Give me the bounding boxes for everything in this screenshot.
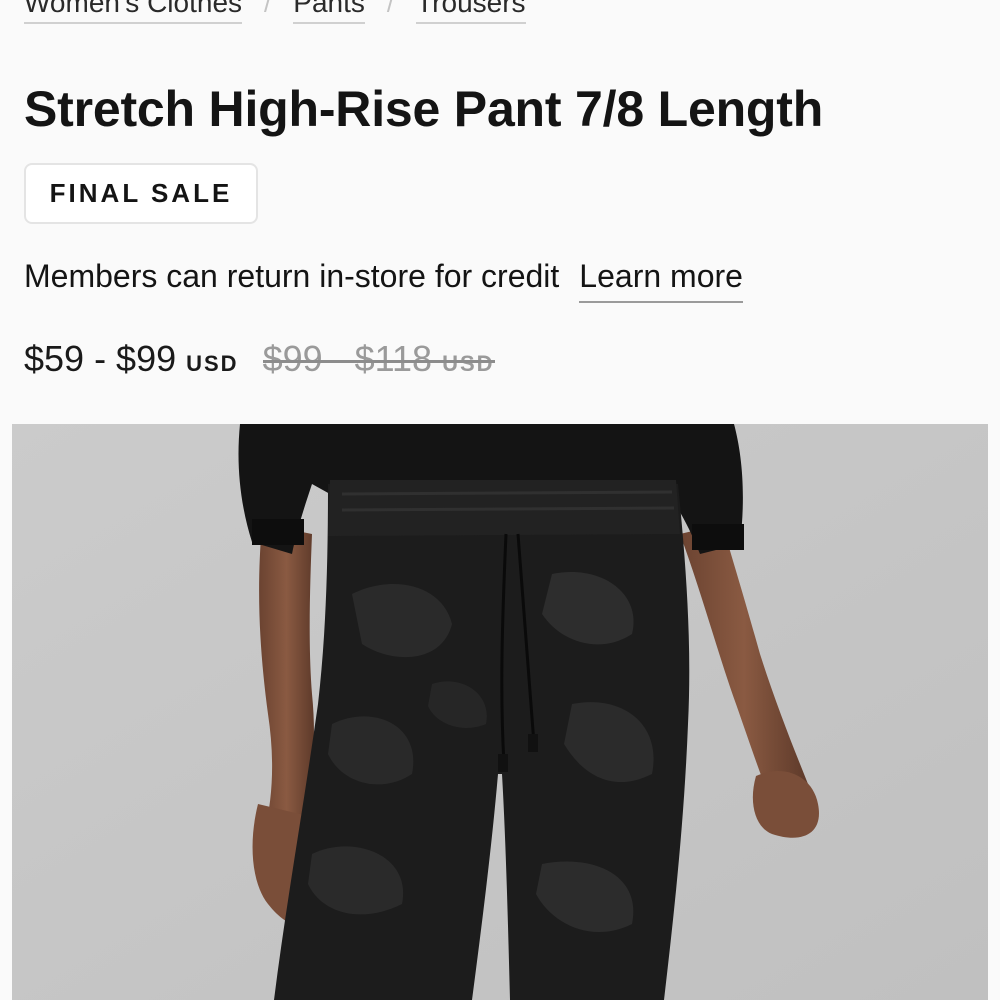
price-row: $59 - $99 USD $99 - $118 USD xyxy=(24,336,495,387)
current-price-range: $59 - $99 xyxy=(24,338,177,379)
current-price-currency: USD xyxy=(186,351,239,376)
returns-info: Members can return in-store for credit L… xyxy=(24,254,743,303)
breadcrumb-item-trousers[interactable]: Trousers xyxy=(416,0,526,24)
drawcord-tip xyxy=(528,734,538,752)
product-image[interactable] xyxy=(12,424,988,1000)
drawcord-tip xyxy=(498,754,508,772)
breadcrumb: Women's Clothes / Pants / Trousers xyxy=(24,0,526,24)
breadcrumb-separator: / xyxy=(386,0,395,18)
learn-more-link[interactable]: Learn more xyxy=(579,254,743,303)
returns-note: Members can return in-store for credit xyxy=(24,258,560,294)
original-price-range: $99 - $118 xyxy=(262,338,433,379)
left-cuff xyxy=(252,519,304,545)
breadcrumb-item-womens-clothes[interactable]: Women's Clothes xyxy=(24,0,243,24)
product-title: Stretch High-Rise Pant 7/8 Length xyxy=(24,81,824,137)
final-sale-badge: FINAL SALE xyxy=(24,163,258,224)
breadcrumb-item-pants[interactable]: Pants xyxy=(293,0,365,24)
original-price: $99 - $118 USD xyxy=(262,336,495,387)
original-price-currency: USD xyxy=(442,351,495,376)
product-page: Women's Clothes / Pants / Trousers Stret… xyxy=(0,0,1000,1000)
product-photo xyxy=(12,424,988,1000)
breadcrumb-separator: / xyxy=(264,0,272,18)
current-price: $59 - $99 USD xyxy=(24,336,239,387)
right-cuff xyxy=(692,524,744,550)
